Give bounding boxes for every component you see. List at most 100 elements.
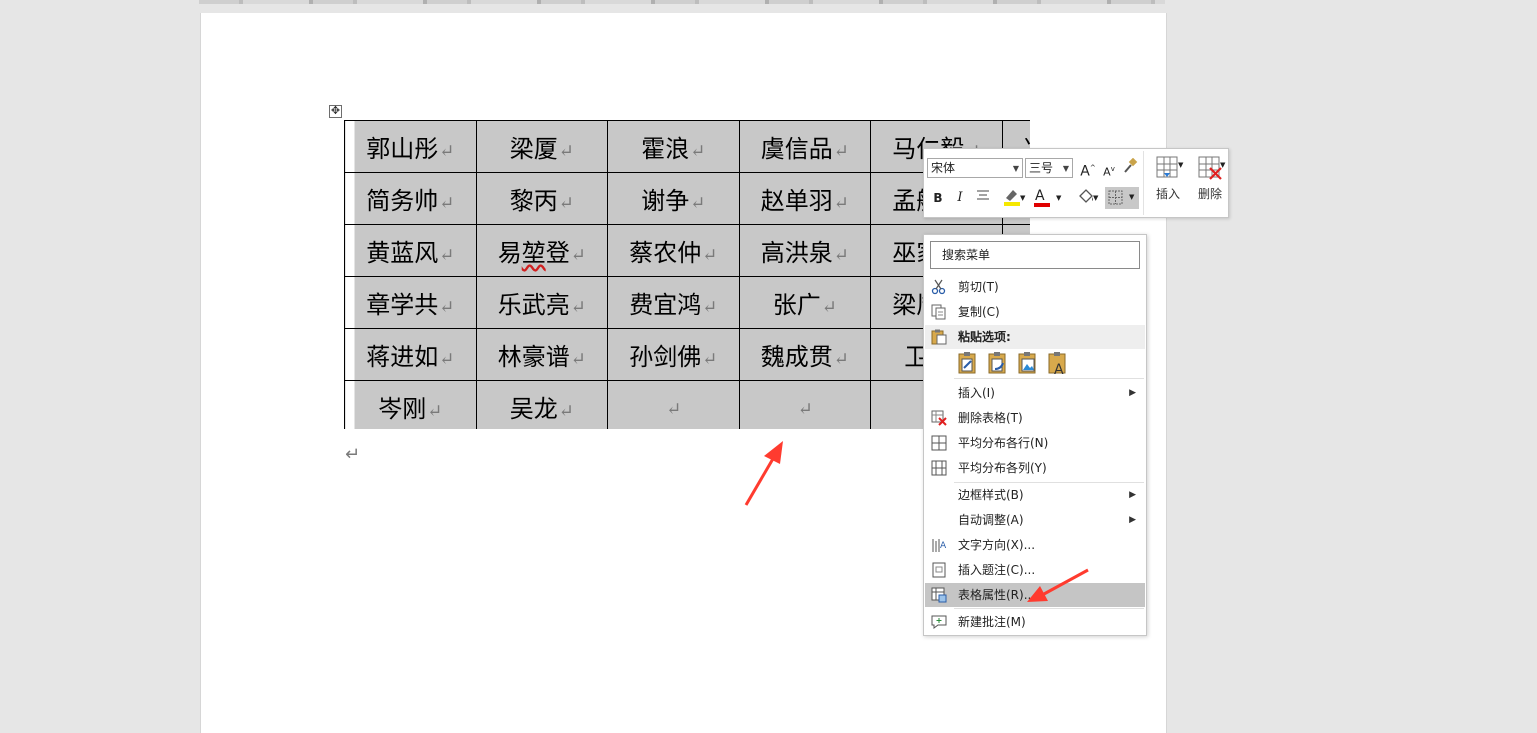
grow-font-label: A	[1080, 163, 1090, 180]
table-cell[interactable]: 张广↵	[738, 276, 871, 329]
insert-button[interactable]: ▼ 插入	[1148, 153, 1188, 213]
chevron-down-icon[interactable]: ▼	[1013, 160, 1019, 178]
highlight-button[interactable]: ▼	[996, 188, 1030, 208]
paste-keep-formatting-icon[interactable]	[956, 351, 980, 375]
grow-font-button[interactable]: A^	[1080, 158, 1096, 180]
menu-separator	[954, 378, 1144, 379]
table-cell[interactable]: 霍浪↵	[607, 120, 740, 173]
chevron-down-icon[interactable]: ▼	[1093, 188, 1098, 208]
cell-end-mark: ↵	[439, 141, 455, 162]
bold-button[interactable]: B	[930, 188, 946, 208]
table-cell[interactable]: ↵	[738, 380, 871, 429]
cell-text: 费宜鸿	[629, 291, 702, 319]
copy-icon	[931, 304, 946, 320]
table-move-handle-icon[interactable]: ✥	[329, 105, 342, 118]
table-cell[interactable]: 谢争↵	[607, 172, 740, 225]
menu-item-autofit[interactable]: 自动调整(A) ▶	[925, 508, 1145, 532]
table-cell[interactable]: 简务帅↵	[344, 172, 477, 225]
paste-picture-icon[interactable]	[1016, 351, 1040, 375]
menu-item-copy[interactable]: 复制(C)	[925, 300, 1145, 324]
align-center-icon	[977, 190, 989, 200]
cell-text: 张广	[772, 291, 821, 319]
table-cell[interactable]: 孙剑佛↵	[607, 328, 740, 381]
chevron-down-icon[interactable]: ▼	[1063, 160, 1069, 178]
italic-button[interactable]: I	[952, 188, 968, 208]
menu-item-table-properties[interactable]: 表格属性(R)...	[925, 583, 1145, 607]
chevron-down-icon[interactable]: ▼	[1020, 188, 1025, 208]
delete-button[interactable]: ▼ 删除	[1190, 153, 1230, 213]
table-cell[interactable]: 岑刚↵	[344, 380, 477, 429]
menu-item-insert-caption[interactable]: 插入题注(C)...	[925, 558, 1145, 582]
cell-text: 章学共	[366, 291, 439, 319]
chevron-down-icon[interactable]: ▼	[1178, 161, 1183, 169]
paste-merge-formatting-icon[interactable]	[986, 351, 1010, 375]
menu-item-distribute-rows[interactable]: 平均分布各行(N)	[925, 431, 1145, 455]
table-cell[interactable]: 黎丙↵	[475, 172, 608, 225]
cell-text: 郭山彤	[366, 135, 439, 163]
center-align-button[interactable]	[974, 188, 992, 208]
text-direction-icon: A	[932, 539, 947, 552]
context-menu: 搜索菜单 剪切(T) 复制(C) 粘贴选项: A 插入(I) ▶ 删除表格(T)…	[923, 234, 1147, 636]
menu-item-label: 粘贴选项:	[958, 330, 1011, 344]
table-cell[interactable]: 黄蓝风↵	[344, 224, 477, 277]
cell-end-mark: ↵	[690, 193, 706, 214]
cell-end-mark: ↵	[427, 401, 443, 422]
paste-text-only-icon[interactable]: A	[1046, 351, 1070, 375]
menu-item-new-comment[interactable]: 新建批注(M)	[925, 610, 1145, 634]
font-name-box[interactable]: 宋体 ▼	[927, 158, 1023, 178]
cell-text: 黄蓝风	[366, 239, 439, 267]
table-cell[interactable]: 魏成贯↵	[738, 328, 871, 381]
format-painter-button[interactable]	[1121, 157, 1139, 178]
table-cell[interactable]: 乐武亮↵	[475, 276, 608, 329]
insert-label: 插入	[1155, 187, 1180, 201]
menu-item-distribute-columns[interactable]: 平均分布各列(Y)	[925, 456, 1145, 480]
search-menu-input[interactable]: 搜索菜单	[930, 241, 1140, 269]
menu-item-label: 插入(I)	[958, 386, 995, 400]
table-cell[interactable]: 虞信品↵	[738, 120, 871, 173]
table-cell[interactable]: 易堃登↵	[475, 224, 608, 277]
cell-text: 魏成贯	[760, 343, 833, 371]
cell-end-mark: ↵	[702, 245, 718, 266]
table-cell[interactable]: 蒋进如↵	[344, 328, 477, 381]
menu-item-insert[interactable]: 插入(I) ▶	[925, 381, 1145, 405]
font-size-box[interactable]: 三号 ▼	[1025, 158, 1073, 178]
menu-item-label: 新建批注(M)	[958, 615, 1026, 629]
cell-end-mark: ↵	[833, 141, 849, 162]
shrink-font-button[interactable]: Av	[1102, 159, 1116, 179]
cell-end-mark: ↵	[570, 349, 586, 370]
table-cell[interactable]: ↵	[607, 380, 740, 429]
menu-item-border-styles[interactable]: 边框样式(B) ▶	[925, 483, 1145, 507]
scissors-icon	[931, 279, 946, 295]
table-cell[interactable]: 费宜鸿↵	[607, 276, 740, 329]
table-cell[interactable]: 赵单羽↵	[738, 172, 871, 225]
cell-end-mark: ↵	[833, 245, 849, 266]
menu-item-text-direction[interactable]: A 文字方向(X)...	[925, 533, 1145, 557]
shading-button[interactable]: ▼	[1069, 188, 1103, 208]
svg-text:A: A	[1054, 362, 1064, 375]
table-cell[interactable]: 梁厦↵	[475, 120, 608, 173]
table-cell[interactable]: 蔡农仲↵	[607, 224, 740, 277]
table-cell[interactable]: 高洪泉↵	[738, 224, 871, 277]
chevron-down-icon[interactable]: ▼	[1129, 187, 1134, 207]
cell-text: 易堃登	[497, 239, 570, 267]
cell-end-mark: ↵	[570, 297, 586, 318]
table-cell[interactable]: 吴龙↵	[475, 380, 608, 429]
distribute-rows-icon	[931, 435, 947, 451]
chevron-right-icon: ▶	[1129, 490, 1136, 500]
cell-text: 黎丙	[509, 187, 558, 215]
table-cell[interactable]: 郭山彤↵	[344, 120, 477, 173]
cell-end-mark: ↵	[558, 193, 574, 214]
font-color-button[interactable]: A ▼	[1032, 188, 1066, 208]
menu-item-label: 表格属性(R)...	[958, 588, 1036, 602]
chevron-down-icon[interactable]: ▼	[1220, 161, 1225, 169]
borders-button[interactable]: ▼	[1105, 187, 1139, 209]
menu-item-delete-table[interactable]: 删除表格(T)	[925, 406, 1145, 430]
menu-item-cut[interactable]: 剪切(T)	[925, 275, 1145, 299]
menu-item-label: 边框样式(B)	[958, 488, 1024, 502]
chevron-down-icon[interactable]: ▼	[1056, 188, 1061, 208]
menu-item-label: 删除表格(T)	[958, 411, 1023, 425]
cell-text: 霍浪	[641, 135, 690, 163]
table-cell[interactable]: 林豪谱↵	[475, 328, 608, 381]
table-cell[interactable]: 章学共↵	[344, 276, 477, 329]
menu-item-label: 剪切(T)	[958, 280, 999, 294]
